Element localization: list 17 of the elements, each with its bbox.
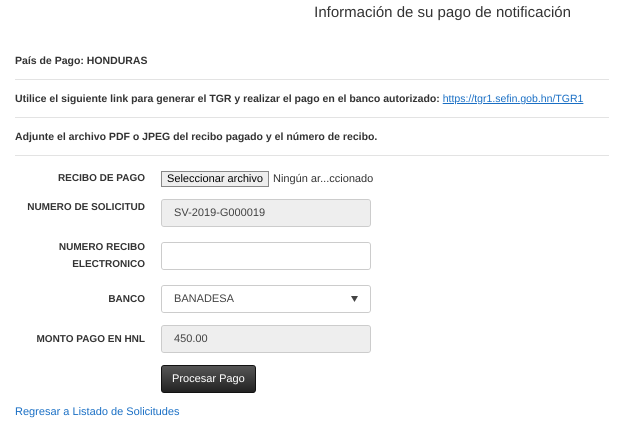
- file-status: Ningún ar...ccionado: [273, 172, 374, 184]
- tgr-link[interactable]: https://tgr1.sefin.gob.hn/TGR1: [442, 93, 584, 105]
- field-label: NUMERO RECIBO ELECTRONICO: [58, 241, 145, 272]
- field-label: RECIBO DE PAGO: [56, 172, 145, 186]
- page-title: Información de su pago de notificación: [314, 4, 571, 23]
- info-text: País de Pago: HONDURAS: [15, 54, 148, 69]
- field-label: NUMERO DE SOLICITUD: [26, 201, 145, 215]
- info-text: Utilice el siguiente link para generar el TGR y realizar el pago en el banco autorizado: https://tgr1.sefin.gob.hn/TGR1: [15, 92, 584, 107]
- choose-file-button[interactable]: Seleccionar archivo: [161, 170, 269, 186]
- field-label: BANCO: [107, 292, 145, 306]
- field-label: MONTO PAGO EN HNL: [35, 332, 145, 346]
- back-link[interactable]: Regresar a Listado de Solicitudes: [15, 406, 180, 418]
- submit-button[interactable]: Procesar Pago: [161, 365, 256, 393]
- info-text: Adjunte el archivo PDF o JPEG del recibo pagado y el número de recibo.: [15, 130, 378, 145]
- text-field[interactable]: [161, 242, 371, 270]
- caret-icon: [351, 296, 358, 302]
- bank-dropdown[interactable]: BANADESA: [161, 285, 371, 313]
